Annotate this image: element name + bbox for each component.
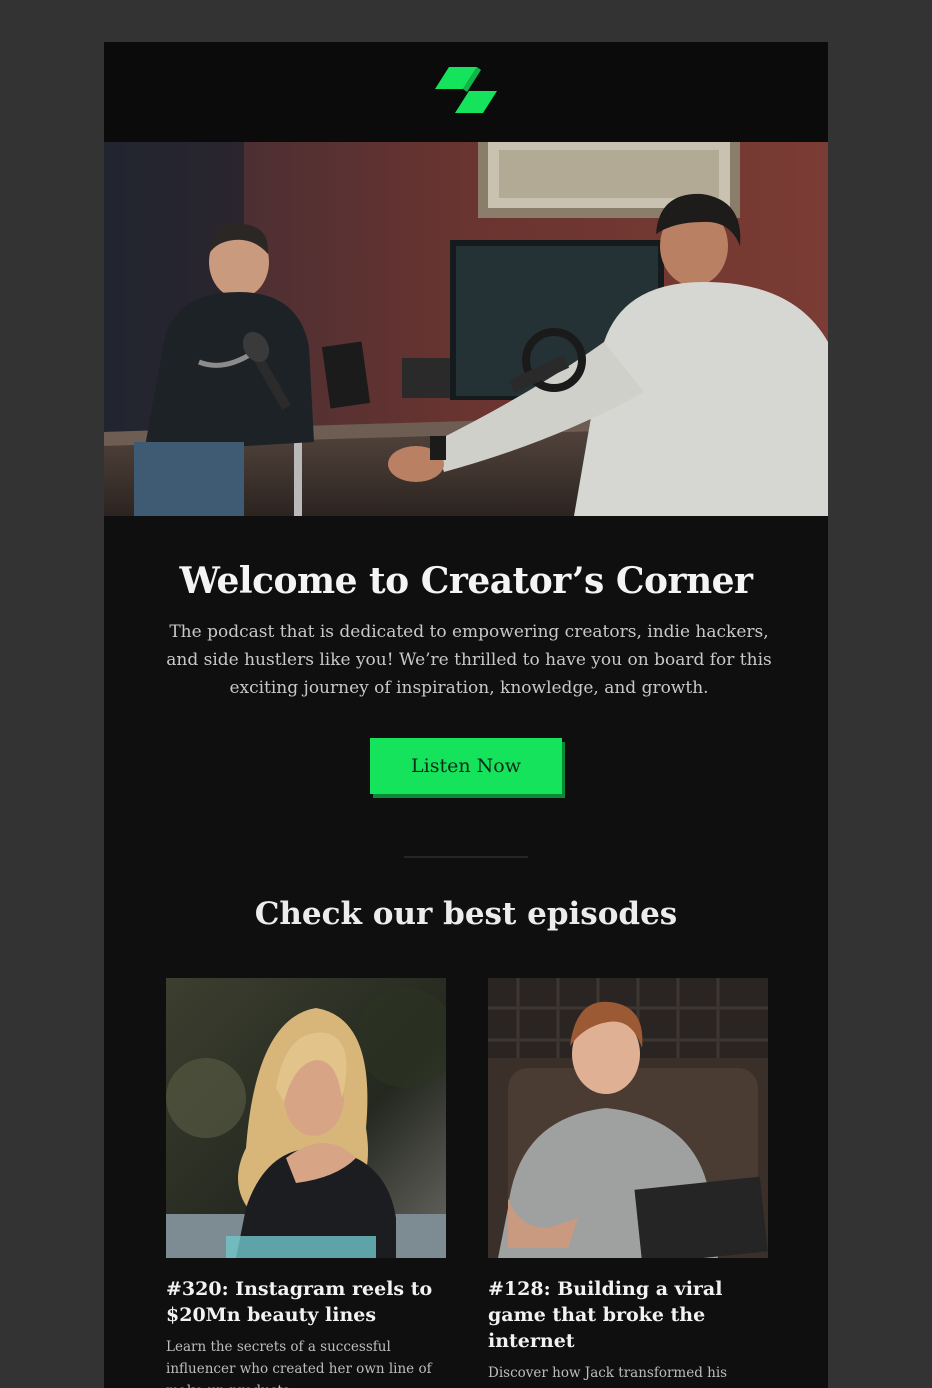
email-header (104, 42, 828, 142)
episodes-heading: Check our best episodes (254, 896, 678, 932)
episodes-grid: #320: Instagram reels to $20Mn beauty li… (166, 978, 768, 1388)
episode-card[interactable]: #128: Building a viral game that broke t… (488, 978, 768, 1388)
email-container: Welcome to Creator’s Corner The podcast … (104, 42, 828, 1388)
episode-description: Discover how Jack transformed his creati… (488, 1365, 751, 1388)
logo-icon[interactable] (433, 67, 499, 117)
episode-thumbnail[interactable] (488, 978, 768, 1258)
section-divider (404, 856, 528, 858)
welcome-title: Welcome to Creator’s Corner (179, 560, 754, 602)
welcome-section: Welcome to Creator’s Corner The podcast … (104, 558, 828, 934)
episode-description: Learn the secrets of a successful influe… (166, 1339, 432, 1388)
episode-title[interactable]: #128: Building a viral game that broke t… (488, 1276, 768, 1354)
episode-title[interactable]: #320: Instagram reels to $20Mn beauty li… (166, 1276, 446, 1328)
hero-podcast-image (104, 142, 828, 516)
listen-now-button[interactable]: Listen Now (370, 738, 562, 794)
episode-thumbnail[interactable] (166, 978, 446, 1258)
welcome-description: The podcast that is dedicated to empower… (166, 622, 772, 698)
episode-card[interactable]: #320: Instagram reels to $20Mn beauty li… (166, 978, 446, 1388)
